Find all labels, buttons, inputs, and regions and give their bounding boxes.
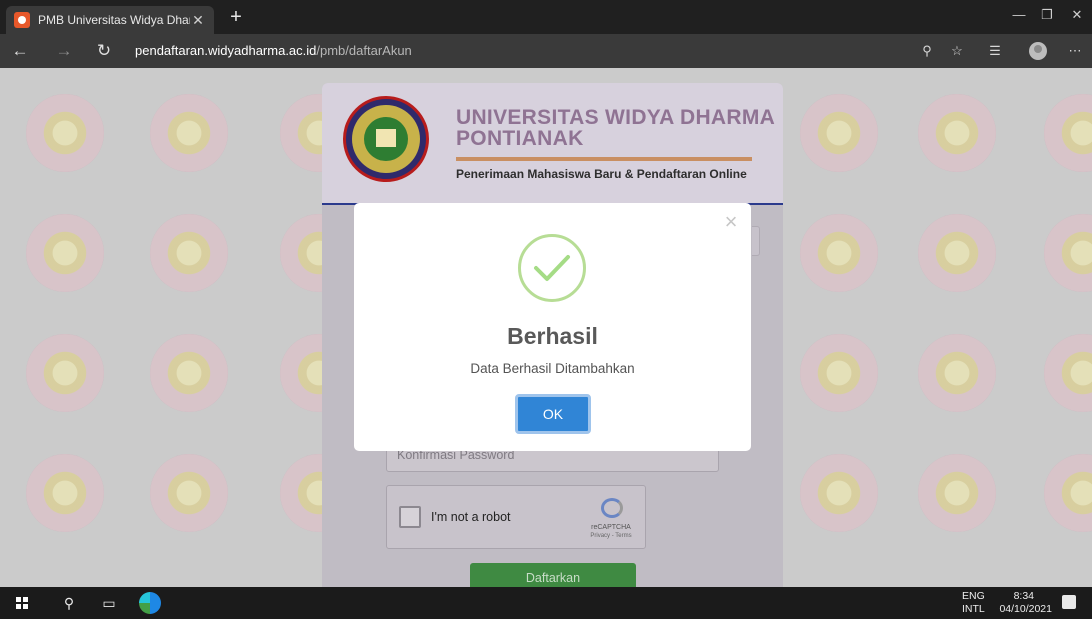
recaptcha-widget: I'm not a robot reCAPTCHA Privacy - Term…: [386, 485, 646, 549]
register-button[interactable]: Daftarkan: [470, 563, 636, 587]
profile-avatar-icon[interactable]: [1029, 42, 1047, 60]
url-host: pendaftaran.widyadharma.ac.id: [135, 43, 317, 58]
watermark-logo: [150, 334, 228, 412]
browser-tab[interactable]: PMB Universitas Widya Dharma ✕: [6, 6, 214, 34]
back-icon[interactable]: ←: [8, 40, 32, 62]
search-icon[interactable]: ⚲: [58, 593, 80, 613]
watermark-logo: [918, 214, 996, 292]
windows-start-icon[interactable]: [16, 597, 28, 609]
add-favorite-icon[interactable]: ☆: [946, 41, 968, 61]
success-check-icon: [518, 234, 586, 302]
watermark-logo: [800, 334, 878, 412]
header-divider: [456, 157, 752, 161]
success-dialog: × Berhasil Data Berhasil Ditambahkan OK: [354, 203, 751, 451]
language-indicator[interactable]: ENG INTL: [962, 590, 985, 616]
page-subtitle: Penerimaan Mahasiswa Baru & Pendaftaran …: [456, 167, 747, 181]
watermark-logo: [26, 214, 104, 292]
watermark-logo: [150, 94, 228, 172]
recaptcha-icon: [601, 498, 623, 518]
clock[interactable]: 8:34 04/10/2021: [990, 590, 1052, 616]
clock-date: 04/10/2021: [999, 603, 1052, 615]
watermark-logo: [800, 454, 878, 532]
page-viewport: UNIVERSITAS WIDYA DHARMA PONTIANAK Pener…: [0, 68, 1092, 587]
form-input[interactable]: [752, 226, 760, 256]
watermark-logo: [800, 214, 878, 292]
university-logo: [343, 96, 429, 182]
watermark-logo: [918, 454, 996, 532]
watermark-logo: [800, 94, 878, 172]
tab-close-icon[interactable]: ✕: [190, 12, 206, 29]
university-name-line1: UNIVERSITAS WIDYA DHARMA: [456, 106, 776, 129]
recaptcha-label: I'm not a robot: [431, 510, 511, 524]
refresh-icon[interactable]: ↻: [92, 40, 116, 62]
watermark-logo: [918, 334, 996, 412]
recaptcha-brand: reCAPTCHA: [591, 524, 631, 531]
maximize-icon[interactable]: ❐: [1034, 4, 1060, 26]
dialog-title: Berhasil: [507, 323, 598, 349]
card-header: UNIVERSITAS WIDYA DHARMA PONTIANAK Pener…: [322, 83, 783, 205]
task-view-icon[interactable]: ▭: [98, 593, 120, 613]
close-icon[interactable]: ×: [720, 211, 742, 233]
dialog-message: Data Berhasil Ditambahkan: [470, 361, 635, 376]
watermark-logo: [150, 454, 228, 532]
forward-icon[interactable]: →: [52, 40, 76, 62]
watermark-logo: [1044, 334, 1092, 412]
new-tab-button[interactable]: +: [224, 6, 248, 30]
find-key-icon[interactable]: ⚲: [916, 41, 938, 61]
edge-browser-icon[interactable]: [139, 592, 161, 614]
url-path: /pmb/daftarAkun: [316, 43, 412, 58]
more-icon[interactable]: ⋯: [1064, 41, 1086, 61]
address-bar: ← → ↻ pendaftaran.widyadharma.ac.id/pmb/…: [0, 34, 1092, 68]
browser-tab-strip: PMB Universitas Widya Dharma ✕ + — ❐ ✕: [0, 0, 1092, 34]
ok-button[interactable]: OK: [515, 394, 591, 434]
clock-time: 8:34: [1013, 590, 1034, 602]
watermark-logo: [918, 94, 996, 172]
recaptcha-links[interactable]: Privacy - Terms: [583, 533, 639, 539]
minimize-icon[interactable]: —: [1006, 4, 1032, 26]
watermark-logo: [1044, 214, 1092, 292]
window-close-icon[interactable]: ✕: [1064, 4, 1090, 26]
university-name-line2: PONTIANAK: [456, 127, 584, 150]
watermark-logo: [1044, 94, 1092, 172]
tab-title: PMB Universitas Widya Dharma: [38, 13, 190, 27]
keyboard-layout: INTL: [962, 603, 985, 615]
taskbar: ⚲ ▭ ENG INTL 8:34 04/10/2021: [0, 587, 1092, 619]
watermark-logo: [26, 94, 104, 172]
watermark-logo: [1044, 454, 1092, 532]
favorites-icon[interactable]: ☰: [984, 41, 1006, 61]
watermark-logo: [26, 454, 104, 532]
language-code: ENG: [962, 590, 985, 602]
watermark-logo: [26, 334, 104, 412]
url-field[interactable]: pendaftaran.widyadharma.ac.id/pmb/daftar…: [135, 43, 412, 58]
recaptcha-checkbox[interactable]: [399, 506, 421, 528]
watermark-logo: [150, 214, 228, 292]
university-name: UNIVERSITAS WIDYA DHARMA PONTIANAK: [456, 107, 776, 149]
favicon-icon: [14, 12, 30, 28]
notification-icon[interactable]: [1062, 595, 1076, 609]
